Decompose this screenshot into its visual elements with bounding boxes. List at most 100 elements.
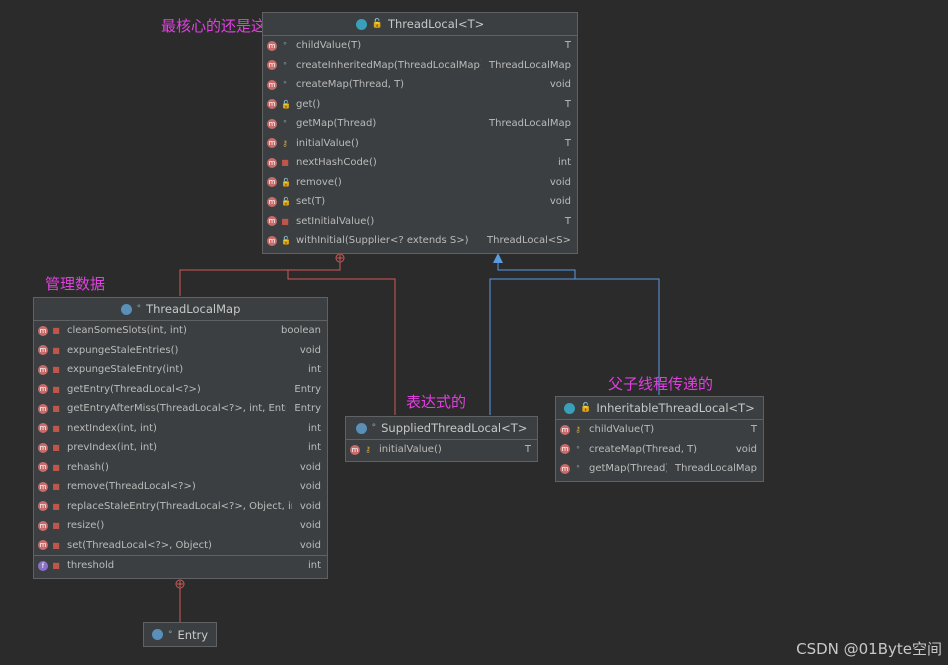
method-name: nextIndex(int, int): [67, 422, 157, 434]
method-row[interactable]: m ° childValue(T) T: [263, 36, 577, 56]
method-row[interactable]: m ■ expungeStaleEntries() void: [34, 341, 327, 361]
annotation-manage: 管理数据: [45, 275, 106, 293]
class-header: 🔓 InheritableThreadLocal<T>: [556, 397, 763, 420]
method-row[interactable]: m ■ remove(ThreadLocal<?>) void: [34, 477, 327, 497]
return-type: void: [549, 79, 571, 91]
method-row[interactable]: m ■ nextHashCode() int: [263, 153, 577, 173]
package-icon: °: [283, 119, 287, 129]
method-name: expungeStaleEntry(int): [67, 364, 184, 376]
return-type: T: [564, 215, 571, 227]
method-row[interactable]: m ° getMap(Thread) ThreadLocalMap: [556, 459, 763, 479]
method-row[interactable]: m 🔓 set(T) void: [263, 192, 577, 212]
package-icon: °: [283, 80, 287, 90]
member-list: m ⚷ initialValue() T: [346, 440, 537, 460]
method-row[interactable]: m 🔓 withInitial(Supplier<? extends S>) Thre…: [263, 231, 577, 251]
annotation-expression: 表达式的: [406, 393, 467, 411]
return-type: void: [549, 196, 571, 208]
private-icon: ■: [52, 561, 60, 571]
class-threadlocalmap[interactable]: ° ThreadLocalMap m ■ cleanSomeSlots(int, i…: [33, 297, 328, 579]
method-row[interactable]: m 🔓 get() T: [263, 95, 577, 115]
return-type: T: [524, 444, 531, 456]
method-icon: m: [267, 118, 277, 129]
method-icon: m: [267, 60, 277, 71]
method-row[interactable]: m ■ replaceStaleEntry(ThreadLocal<?>, Obje…: [34, 497, 327, 517]
class-title: Entry: [177, 627, 209, 642]
class-header: ° Entry: [144, 623, 216, 646]
class-inheritablethreadlocal[interactable]: 🔓 InheritableThreadLocal<T> m ⚷ childValue…: [555, 396, 764, 482]
method-icon: m: [38, 501, 48, 512]
private-icon: ■: [281, 216, 289, 226]
method-row[interactable]: m ■ prevIndex(int, int) int: [34, 438, 327, 458]
method-name: initialValue(): [296, 137, 359, 149]
method-icon: m: [38, 423, 48, 434]
package-icon: °: [283, 41, 287, 51]
class-icon: [355, 18, 367, 30]
private-icon: ■: [52, 326, 60, 336]
package-icon: °: [576, 464, 580, 474]
method-name: cleanSomeSlots(int, int): [67, 325, 187, 337]
method-name: childValue(T): [296, 40, 362, 52]
method-name: rehash(): [67, 461, 109, 473]
method-row[interactable]: m ■ expungeStaleEntry(int) int: [34, 360, 327, 380]
method-icon: m: [38, 481, 48, 492]
protected-icon: ⚷: [282, 138, 288, 148]
method-row[interactable]: m ■ rehash() void: [34, 458, 327, 478]
method-name: prevIndex(int, int): [67, 442, 158, 454]
method-icon: m: [267, 79, 277, 90]
method-row[interactable]: m ° createInheritedMap(ThreadLocalMap) Thre…: [263, 56, 577, 76]
method-row[interactable]: m ⚷ childValue(T) T: [556, 420, 763, 440]
method-name: replaceStaleEntry(ThreadLocal<?>, Object…: [67, 500, 292, 512]
method-name: getMap(Thread): [589, 463, 667, 475]
field-name: threshold: [67, 560, 115, 572]
class-header: 🔓 ThreadLocal<T>: [263, 13, 577, 36]
return-type: Entry: [294, 383, 321, 395]
method-icon: m: [560, 463, 570, 474]
method-name: remove(): [296, 176, 342, 188]
private-icon: ■: [52, 365, 60, 375]
method-row[interactable]: m ■ getEntry(ThreadLocal<?>) Entry: [34, 380, 327, 400]
method-name: childValue(T): [589, 424, 655, 436]
method-name: createInheritedMap(ThreadLocalMap): [296, 59, 481, 71]
public-icon: 🔓: [281, 236, 291, 246]
class-entry[interactable]: ° Entry: [143, 622, 217, 647]
class-icon: [120, 303, 132, 315]
method-icon: m: [267, 177, 277, 188]
public-icon: 🔓: [281, 197, 291, 207]
method-icon: m: [560, 444, 570, 455]
method-row[interactable]: m ■ setInitialValue() T: [263, 212, 577, 232]
extends-arrow-head: [493, 253, 503, 263]
return-type: T: [750, 424, 757, 436]
private-icon: ■: [52, 404, 60, 414]
class-header: ° SuppliedThreadLocal<T>: [346, 417, 537, 440]
method-row[interactable]: m ■ getEntryAfterMiss(ThreadLocal<?>, int,…: [34, 399, 327, 419]
method-row[interactable]: m ° getMap(Thread) ThreadLocalMap: [263, 114, 577, 134]
private-icon: ■: [52, 443, 60, 453]
public-icon: 🔓: [580, 403, 592, 413]
method-row[interactable]: m ■ nextIndex(int, int) int: [34, 419, 327, 439]
annotation-inherit: 父子线程传递的: [608, 375, 714, 393]
method-row[interactable]: m ° createMap(Thread, T) void: [556, 440, 763, 460]
class-title: InheritableThreadLocal<T>: [596, 401, 755, 415]
package-icon: °: [283, 60, 287, 70]
field-row[interactable]: f ■ threshold int: [34, 555, 327, 576]
method-row[interactable]: m ° createMap(Thread, T) void: [263, 75, 577, 95]
method-row[interactable]: m ⚷ initialValue() T: [263, 134, 577, 154]
private-icon: ■: [52, 482, 60, 492]
method-name: initialValue(): [379, 444, 442, 456]
method-row[interactable]: m 🔓 remove() void: [263, 173, 577, 193]
method-icon: m: [38, 325, 48, 336]
method-row[interactable]: m ⚷ initialValue() T: [346, 440, 537, 460]
method-icon: m: [38, 540, 48, 551]
watermark: CSDN @01Byte空间: [796, 640, 942, 658]
class-suppliedthreadlocal[interactable]: ° SuppliedThreadLocal<T> m ⚷ initialValue(…: [345, 416, 538, 462]
class-threadlocal[interactable]: 🔓 ThreadLocal<T> m ° childValue(T) Tm ° creat…: [262, 12, 578, 254]
method-name: get(): [296, 98, 321, 110]
protected-icon: ⚷: [365, 445, 371, 455]
public-icon: 🔓: [371, 19, 383, 29]
private-icon: ■: [52, 462, 60, 472]
method-icon: m: [267, 138, 277, 149]
method-row[interactable]: m ■ set(ThreadLocal<?>, Object) void: [34, 536, 327, 556]
method-row[interactable]: m ■ resize() void: [34, 516, 327, 536]
method-row[interactable]: m ■ cleanSomeSlots(int, int) boolean: [34, 321, 327, 341]
package-icon: °: [136, 304, 142, 314]
